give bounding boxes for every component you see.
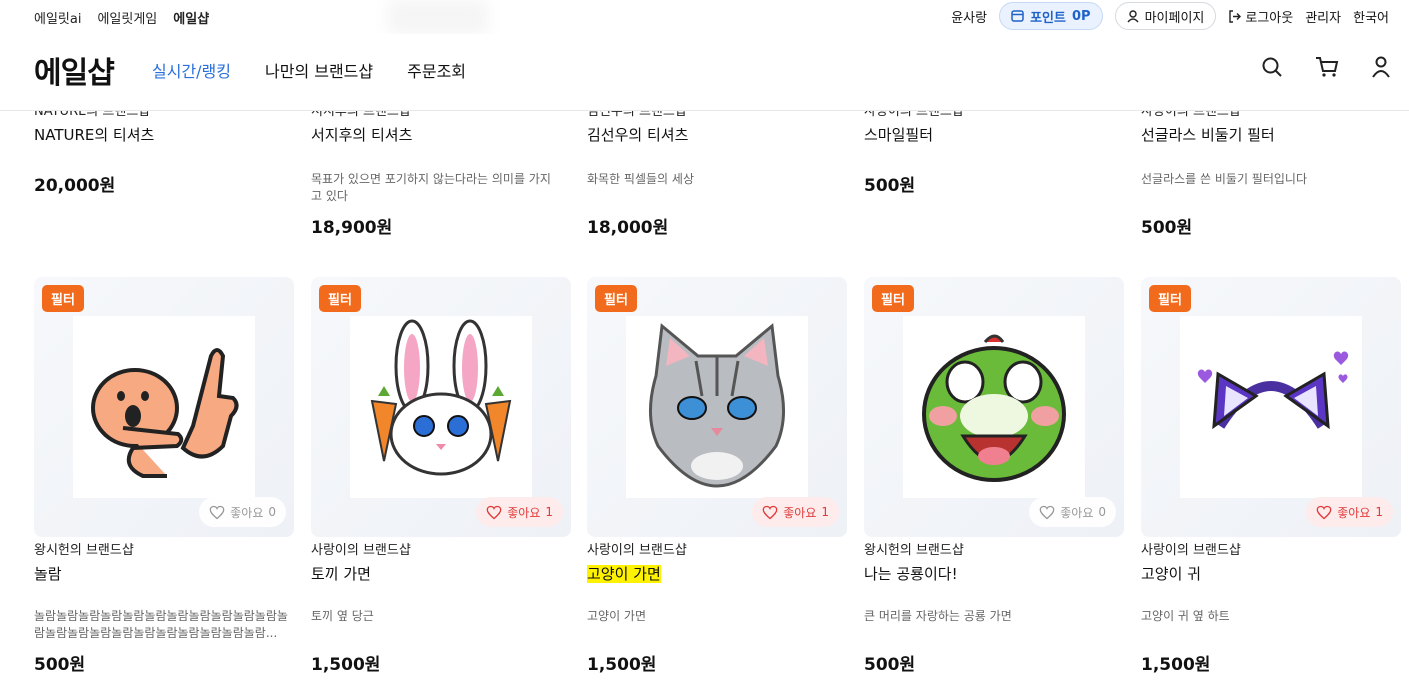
cat-ears-icon: [1180, 316, 1362, 498]
category-tag: 필터: [872, 285, 914, 312]
service-link-ailshop[interactable]: 에일샵: [173, 8, 209, 27]
category-tag: 필터: [42, 285, 84, 312]
rabbit-mask-icon: [350, 316, 532, 498]
service-link-ailit-ai[interactable]: 에일릿ai: [34, 8, 81, 27]
main-nav: 실시간/랭킹 나만의 브랜드샵 주문조회: [152, 58, 466, 82]
user-name: 윤사랑: [951, 10, 988, 26]
site-logo[interactable]: 에일샵: [34, 48, 115, 92]
dinosaur-mask-icon: [903, 316, 1085, 498]
brand-name[interactable]: 사랑이의 브랜드샵: [587, 539, 687, 558]
brand-name[interactable]: 왕시헌의 브랜드샵: [864, 539, 964, 558]
product-thumbnail[interactable]: 필터 좋아요 0: [34, 277, 294, 537]
product-price: 1,500원: [311, 655, 381, 675]
admin-link[interactable]: 관리자: [1305, 7, 1341, 26]
product-price: 1,500원: [587, 655, 657, 675]
brand-name[interactable]: 사랑이의 브랜드샵: [1141, 539, 1241, 558]
product-price: 18,000원: [587, 218, 669, 238]
points-label: 포인트: [1030, 10, 1066, 26]
product-name[interactable]: 선글라스 비둘기 필터: [1141, 124, 1275, 145]
category-tag: 필터: [595, 285, 637, 312]
product-description: 토끼 옆 당근: [311, 609, 374, 623]
product-name[interactable]: NATURE의 티셔츠: [34, 124, 154, 145]
like-count: 1: [821, 505, 829, 519]
product-thumbnail[interactable]: 필터 좋아요 0: [864, 277, 1124, 537]
like-count: 0: [1098, 505, 1106, 519]
product-name[interactable]: 스마일필터: [864, 124, 933, 145]
like-button[interactable]: 좋아요 1: [752, 497, 839, 527]
surprised-hand-icon: [73, 316, 255, 498]
heart-outline-icon: [1316, 505, 1332, 520]
brand-name[interactable]: 사랑이의 브랜드샵: [311, 539, 411, 558]
mypage-button[interactable]: 마이페이지: [1114, 2, 1217, 30]
user-icon: [1127, 9, 1139, 23]
product-price: 500원: [1141, 218, 1193, 238]
mypage-label: 마이페이지: [1144, 10, 1205, 26]
category-tag: 필터: [319, 285, 361, 312]
product-thumbnail[interactable]: 필터 좋아요 1: [1141, 277, 1401, 537]
product-description: 화목한 픽셀들의 세상: [587, 172, 694, 186]
service-link-ailit-game[interactable]: 에일릿게임: [97, 8, 157, 27]
logout-label: 로그아웃: [1245, 10, 1294, 26]
product-thumbnail[interactable]: 필터 좋아요 1: [587, 277, 847, 537]
language-selector[interactable]: 한국어: [1353, 7, 1389, 26]
account-menu: 윤사랑 포인트 0P 마이페이지 로그아웃 관리자 한국어: [951, 2, 1389, 30]
product-name[interactable]: 놀람: [34, 563, 62, 584]
main-header: 에일샵 실시간/랭킹 나만의 브랜드샵 주문조회: [0, 34, 1409, 111]
product-price: 20,000원: [34, 176, 116, 196]
product-description: 큰 머리를 자랑하는 공룡 가면: [864, 609, 1012, 623]
search-highlight: 고양이 가면: [587, 565, 661, 583]
like-count: 0: [268, 505, 276, 519]
like-count: 1: [1375, 505, 1383, 519]
product-description: 목표가 있으면 포기하지 않는다라는 의미를 가지고 있다: [311, 172, 551, 203]
like-button[interactable]: 좋아요 1: [476, 497, 563, 527]
nav-realtime-ranking[interactable]: 실시간/랭킹: [152, 58, 231, 82]
product-description: 놀람놀람놀람놀람놀람놀람놀람놀람놀람놀람놀람놀람놀람놀람놀람놀람놀람놀람놀람놀람…: [34, 609, 288, 640]
nav-order-lookup[interactable]: 주문조회: [407, 58, 466, 82]
category-tag: 필터: [1149, 285, 1191, 312]
points-value: 0P: [1071, 8, 1091, 24]
like-label: 좋아요: [1337, 505, 1371, 520]
product-price: 500원: [864, 176, 916, 196]
user-icon[interactable]: [1371, 56, 1391, 78]
nav-my-brandshop[interactable]: 나만의 브랜드샵: [265, 58, 373, 82]
service-links: 에일릿ai 에일릿게임 에일샵: [34, 8, 209, 27]
heart-outline-icon: [209, 505, 225, 520]
like-label: 좋아요: [230, 505, 264, 520]
heart-outline-icon: [486, 505, 502, 520]
cat-mask-icon: [626, 316, 808, 498]
product-description: 고양이 가면: [587, 609, 647, 623]
cart-icon[interactable]: [1315, 56, 1339, 78]
heart-outline-icon: [762, 505, 778, 520]
like-label: 좋아요: [1060, 505, 1094, 520]
product-description: 고양이 귀 옆 하트: [1141, 609, 1230, 623]
like-button[interactable]: 좋아요 1: [1306, 497, 1393, 527]
product-name[interactable]: 서지후의 티셔츠: [311, 124, 412, 145]
blurred-region: [388, 0, 488, 34]
like-label: 좋아요: [507, 505, 541, 520]
logout-icon: [1228, 9, 1242, 23]
product-description: 선글라스를 쓴 비둘기 필터입니다: [1141, 172, 1308, 186]
product-price: 500원: [34, 655, 86, 675]
card-icon: [1011, 10, 1024, 22]
product-name[interactable]: 나는 공룡이다!: [864, 563, 958, 584]
product-name[interactable]: 고양이 귀: [1141, 563, 1201, 584]
logout-button[interactable]: 로그아웃: [1228, 7, 1293, 26]
search-icon[interactable]: [1261, 56, 1283, 78]
like-button[interactable]: 좋아요 0: [1029, 497, 1116, 527]
product-name[interactable]: 토끼 가면: [311, 563, 371, 584]
product-name[interactable]: 고양이 가면: [587, 563, 661, 584]
header-actions: [1261, 56, 1391, 78]
product-price: 500원: [864, 655, 916, 675]
product-name[interactable]: 김선우의 티셔츠: [587, 124, 688, 145]
like-button[interactable]: 좋아요 0: [199, 497, 286, 527]
product-price: 18,900원: [311, 218, 393, 238]
product-price: 1,500원: [1141, 655, 1211, 675]
utility-bar: 에일릿ai 에일릿게임 에일샵 윤사랑 포인트 0P 마이페이지 로그아웃 관리…: [0, 0, 1409, 34]
product-thumbnail[interactable]: 필터 좋아요 1: [311, 277, 571, 537]
like-count: 1: [545, 505, 553, 519]
heart-outline-icon: [1039, 505, 1055, 520]
brand-name[interactable]: 왕시헌의 브랜드샵: [34, 539, 134, 558]
points-button[interactable]: 포인트 0P: [999, 2, 1103, 30]
like-label: 좋아요: [783, 505, 817, 520]
